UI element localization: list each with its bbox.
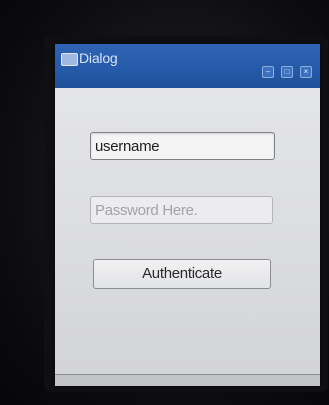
photo-background: Dialog – □ × Authenticate <box>0 0 329 405</box>
minimize-icon[interactable]: – <box>262 66 274 78</box>
password-field[interactable] <box>90 196 273 224</box>
dialog-window: Dialog – □ × Authenticate <box>55 44 320 386</box>
window-bottom-edge <box>55 374 320 386</box>
title-bar[interactable]: Dialog – □ × <box>55 44 320 88</box>
username-field[interactable] <box>90 132 275 160</box>
authenticate-button[interactable]: Authenticate <box>93 259 271 289</box>
close-icon[interactable]: × <box>300 66 312 78</box>
window-app-icon <box>61 53 78 66</box>
maximize-icon[interactable]: □ <box>281 66 293 78</box>
window-title: Dialog <box>79 50 118 66</box>
